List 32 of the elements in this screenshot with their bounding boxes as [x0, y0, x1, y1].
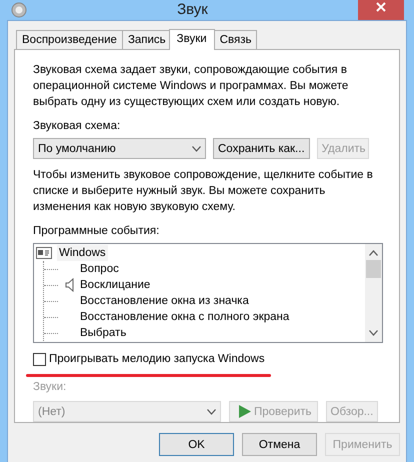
- window-title: Звук: [176, 2, 209, 18]
- tree-item[interactable]: Выбрать: [80, 325, 126, 341]
- close-button[interactable]: [358, 0, 404, 20]
- tree-item[interactable]: Windows: [57, 245, 108, 261]
- window-icon: [36, 247, 52, 259]
- scroll-thumb[interactable]: [366, 260, 381, 278]
- tab[interactable]: Связь: [214, 30, 258, 49]
- tree-item[interactable]: Восклицание: [80, 277, 150, 293]
- field-label: Программные события:: [33, 224, 160, 239]
- play-icon: [239, 405, 251, 418]
- tree-item[interactable]: Восстановление окна с полного экрана: [80, 309, 290, 325]
- close-icon: [376, 2, 386, 12]
- checkbox[interactable]: [33, 352, 46, 366]
- caret-icon: [207, 408, 216, 414]
- tree-item[interactable]: Восстановление окна из значка: [80, 293, 249, 309]
- dropdown[interactable]: По умолчанию: [33, 138, 206, 159]
- scroll-down-icon[interactable]: [369, 330, 378, 336]
- field-label: Звуки:: [33, 380, 68, 395]
- tab[interactable]: Звуки: [168, 29, 215, 50]
- button[interactable]: Отмена: [242, 433, 317, 456]
- tree-item[interactable]: Вопрос: [80, 261, 119, 277]
- caret-icon: [192, 146, 201, 152]
- button[interactable]: OK: [159, 433, 234, 456]
- field-label: Звуковая схема:: [33, 119, 122, 134]
- scroll-up-icon[interactable]: [369, 250, 378, 256]
- scrollbar[interactable]: [365, 244, 382, 342]
- event-tree[interactable]: Windows Вопрос Восклицание Восстановление окна из значка Восстановление окна с полного экрана Выбрать: [33, 243, 383, 343]
- checkbox-label[interactable]: Проигрывать мелодию запуска Windows: [49, 351, 265, 367]
- instruction-text: Чтобы изменить звуковое сопровождение, щелкните событие в списке и выберите нужный звук. Вы можете сохранить изменения как новую звуковую схему.: [33, 168, 374, 215]
- tab[interactable]: Воспроизведение: [16, 30, 123, 49]
- button[interactable]: Сохранить как...: [213, 138, 310, 159]
- description-text: Звуковая схема задает звуки, сопровождающие события в операционной системе Windows и программах. Вы можете выбрать одну из существующих схем или создать новую.: [33, 63, 350, 110]
